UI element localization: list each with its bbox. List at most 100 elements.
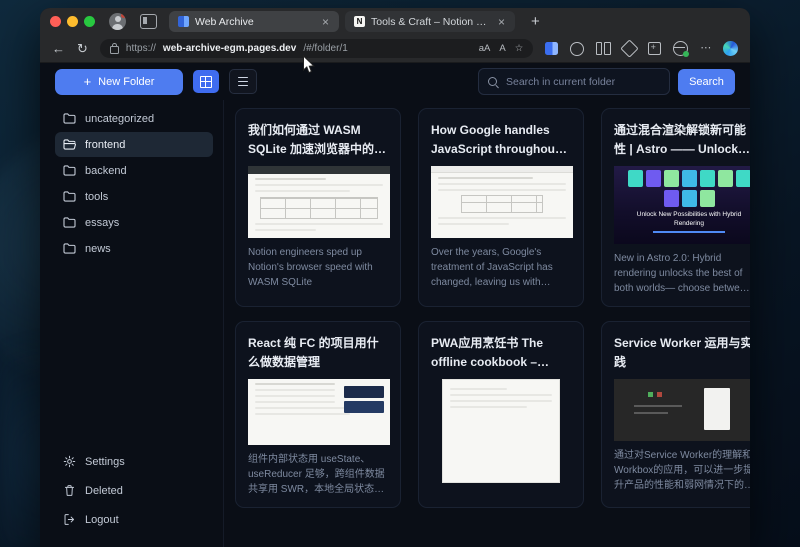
folder-icon: [63, 165, 76, 176]
desktop-background: Web Archive × N Tools & Craft – Notion B…: [0, 0, 800, 547]
sidebar-item-tools[interactable]: tools: [55, 184, 213, 209]
copilot-icon[interactable]: [723, 41, 738, 56]
reload-button[interactable]: ↻: [77, 42, 88, 55]
search-icon: [488, 77, 497, 86]
article-card-react-fc[interactable]: React 纯 FC 的项目用什么做数据管理 组件内部状态用 useState、…: [235, 321, 401, 508]
folder-label: backend: [85, 165, 127, 177]
article-title: React 纯 FC 的项目用什么做数据管理: [248, 334, 388, 371]
favorite-star-icon[interactable]: ☆: [515, 43, 524, 54]
sidebar-item-uncategorized[interactable]: uncategorized: [55, 106, 213, 131]
avatar-body: [112, 24, 123, 30]
back-button[interactable]: ←: [52, 42, 65, 55]
split-screen-icon[interactable]: [545, 42, 558, 55]
minimize-window-button[interactable]: [67, 16, 78, 27]
browser-essentials-icon[interactable]: [570, 42, 584, 56]
list-icon: [238, 77, 248, 86]
article-description: 通过对Service Worker的理解和Workbox的应用，可以进一步提升产…: [614, 448, 750, 493]
avatar-head: [115, 16, 121, 22]
search-box[interactable]: [478, 68, 670, 95]
article-card-pwa-cookbook[interactable]: PWA应用烹饪书 The offline cookbook –…: [418, 321, 584, 508]
folder-label: tools: [85, 191, 108, 203]
article-title: PWA应用烹饪书 The offline cookbook –…: [431, 334, 571, 371]
article-title: 我们如何通过 WASM SQLite 加速浏览器中的 Notion ——…: [248, 121, 388, 158]
lock-icon: [110, 46, 119, 54]
url-scheme: https://: [126, 43, 156, 54]
sidebar-footer: Settings Deleted Logout: [55, 449, 213, 533]
url-domain: web-archive-egm.pages.dev: [163, 43, 296, 54]
article-title: How Google handles JavaScript throughout…: [431, 121, 571, 158]
article-grid: 我们如何通过 WASM SQLite 加速浏览器中的 Notion ——… No…: [224, 100, 750, 547]
tab-notion-blog[interactable]: N Tools & Craft – Notion Blog ×: [345, 11, 515, 32]
thumbnail-caption: Unlock New Possibilities with Hybrid Ren…: [614, 211, 750, 229]
settings-label: Settings: [85, 456, 125, 468]
gear-icon: [63, 455, 76, 468]
collections-icon[interactable]: [648, 42, 662, 55]
profile-avatar[interactable]: [109, 13, 126, 30]
notion-favicon: N: [354, 16, 365, 27]
logout-icon: [63, 513, 76, 526]
translate-icon[interactable]: aA: [479, 43, 491, 54]
browser-window: Web Archive × N Tools & Craft – Notion B…: [40, 8, 750, 547]
article-description: Notion engineers sped up Notion's browse…: [248, 245, 388, 290]
folder-label: essays: [85, 217, 119, 229]
more-menu-icon[interactable]: ⋯: [700, 43, 711, 54]
close-tab-icon[interactable]: ×: [321, 16, 330, 28]
sidebar-item-news[interactable]: news: [55, 236, 213, 261]
phone-mockups: [614, 170, 750, 207]
close-window-button[interactable]: [50, 16, 61, 27]
sidebar-item-deleted[interactable]: Deleted: [55, 478, 213, 503]
article-description: 组件内部状态用 useState、useReducer 足够，跨组件数据共享用 …: [248, 452, 388, 497]
extension-icon[interactable]: [620, 39, 638, 57]
article-thumbnail: [614, 379, 750, 441]
address-bar[interactable]: https://web-archive-egm.pages.dev/#/fold…: [100, 39, 533, 58]
app-body: uncategorized frontend backend tools: [40, 100, 750, 547]
sidebar-item-backend[interactable]: backend: [55, 158, 213, 183]
new-folder-button[interactable]: + New Folder: [55, 69, 183, 95]
web-archive-favicon: [178, 16, 189, 27]
font-size-icon[interactable]: A: [499, 43, 505, 54]
sidebar-item-settings[interactable]: Settings: [55, 449, 213, 474]
browser-toolbar: ← ↻ https://web-archive-egm.pages.dev/#/…: [40, 35, 750, 63]
folder-icon: [63, 191, 76, 202]
article-title: Service Worker 运用与实践: [614, 334, 750, 371]
reading-list-icon[interactable]: [596, 42, 611, 55]
thumbnail-link-line: [653, 231, 725, 233]
new-folder-label: New Folder: [98, 76, 154, 88]
article-title: 通过混合渲染解锁新可能性 | Astro —— Unlock New…: [614, 121, 750, 158]
new-tab-button[interactable]: +: [531, 13, 540, 30]
sidebar-item-logout[interactable]: Logout: [55, 507, 213, 532]
search-button[interactable]: Search: [678, 69, 735, 95]
sidebar-item-frontend[interactable]: frontend: [55, 132, 213, 157]
folder-icon: [63, 243, 76, 254]
tab-switcher-icon[interactable]: [140, 14, 157, 29]
zoom-window-button[interactable]: [84, 16, 95, 27]
avatar-badge: [121, 13, 126, 18]
article-thumbnail: [248, 379, 390, 445]
article-card-wasm-sqlite[interactable]: 我们如何通过 WASM SQLite 加速浏览器中的 Notion ——… No…: [235, 108, 401, 307]
grid-icon: [200, 76, 212, 88]
tab-web-archive[interactable]: Web Archive ×: [169, 11, 339, 32]
sidebar-item-essays[interactable]: essays: [55, 210, 213, 235]
article-card-google-javascript[interactable]: How Google handles JavaScript throughout…: [418, 108, 584, 307]
logout-label: Logout: [85, 514, 119, 526]
sidebar: uncategorized frontend backend tools: [40, 100, 224, 547]
article-card-service-worker[interactable]: Service Worker 运用与实践 通过对Service Worker的理…: [601, 321, 750, 508]
list-view-toggle[interactable]: [229, 69, 257, 94]
folder-icon: [63, 113, 76, 124]
app-header: + New Folder Search: [40, 63, 750, 100]
search-area: Search: [478, 68, 735, 95]
article-description: New in Astro 2.0: Hybrid rendering unloc…: [614, 251, 750, 296]
search-input[interactable]: [504, 75, 660, 89]
folder-label: frontend: [85, 139, 125, 151]
tab-title: Web Archive: [195, 16, 315, 28]
vpn-globe-icon[interactable]: [673, 41, 688, 56]
folder-open-icon: [63, 139, 76, 150]
article-thumbnail: [248, 166, 390, 238]
plus-icon: +: [84, 75, 92, 88]
article-card-astro-hybrid[interactable]: 通过混合渲染解锁新可能性 | Astro —— Unlock New… Unlo…: [601, 108, 750, 307]
grid-view-toggle[interactable]: [193, 70, 219, 93]
article-thumbnail: Unlock New Possibilities with Hybrid Ren…: [614, 166, 750, 244]
close-tab-icon[interactable]: ×: [497, 16, 506, 28]
folder-label: news: [85, 243, 111, 255]
article-description: Over the years, Google's treatment of Ja…: [431, 245, 571, 290]
